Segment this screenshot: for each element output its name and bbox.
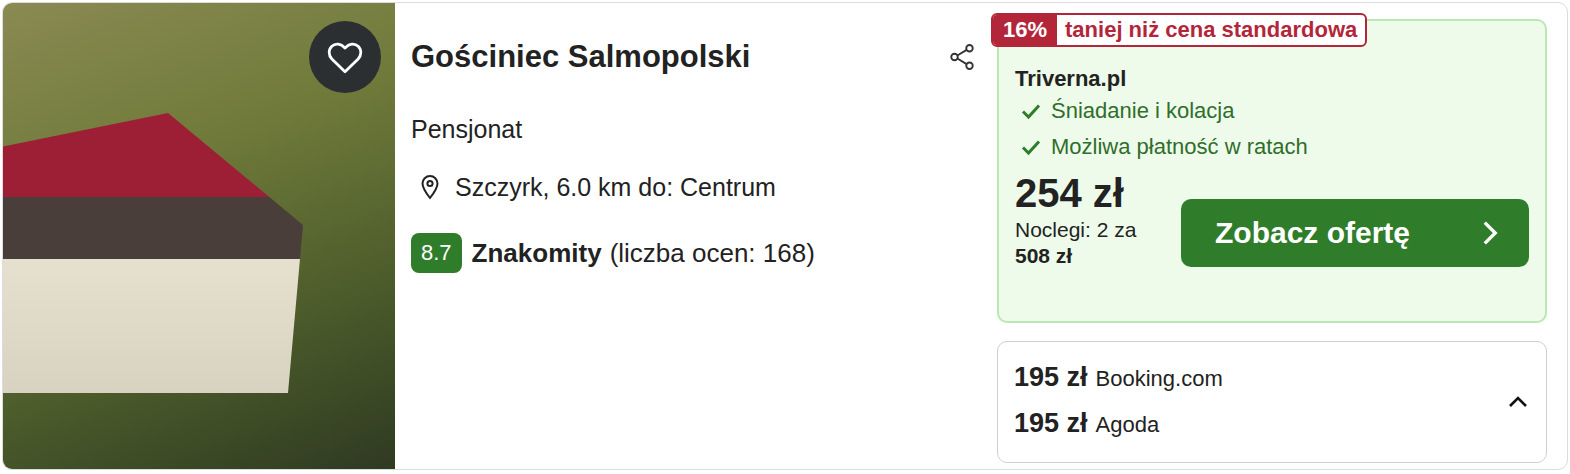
other-offer-row[interactable]: 195 złBooking.com: [1014, 356, 1223, 402]
deal-feature: Śniadanie i kolacja: [1021, 93, 1529, 129]
deal-price: 254 zł: [1015, 169, 1136, 217]
best-deal: 16%taniej niż cena standardowaTriverna.p…: [997, 19, 1547, 323]
deal-provider: Triverna.pl: [1015, 65, 1529, 93]
caret-icon[interactable]: [1506, 394, 1530, 410]
hotel-name[interactable]: Gościniec Salmopolski: [411, 37, 750, 77]
favorite-button[interactable]: [309, 21, 381, 93]
heart-icon: [326, 40, 364, 74]
view-offer-button[interactable]: Zobacz ofertę: [1181, 199, 1529, 267]
location-pin-icon: [419, 174, 441, 200]
discount-badge: 16%taniej niż cena standardowa: [991, 13, 1367, 47]
offers-column: 16%taniej niż cena standardowaTriverna.p…: [997, 3, 1567, 469]
hotel-info: Gościniec Salmopolski Pensjonat Szczyrk, 6…: [395, 3, 997, 469]
chevron-right-icon: [1481, 220, 1499, 246]
house-picture: [3, 113, 303, 393]
other-offers[interactable]: 195 złBooking.com195 złAgoda: [997, 341, 1547, 463]
rating-score: 8.7: [411, 233, 462, 273]
hotel-location: Szczyrk, 6.0 km do: Centrum: [411, 171, 977, 203]
deal-total: 508 zł: [1015, 243, 1136, 269]
nights-label: Noclegi: 2 za: [1015, 217, 1136, 243]
rating-label: Znakomity: [472, 235, 602, 271]
deal-feature: Możliwa płatność w ratach: [1021, 129, 1529, 165]
hotel-type: Pensjonat: [411, 113, 977, 145]
hotel-card: Gościniec Salmopolski Pensjonat Szczyrk, 6…: [2, 2, 1568, 470]
rating-count: (liczba ocen: 168): [610, 235, 815, 271]
rating: 8.7 Znakomity(liczba ocen: 168): [411, 233, 977, 273]
other-offer-row[interactable]: 195 złAgoda: [1014, 402, 1223, 448]
check-icon: [1021, 138, 1041, 156]
hotel-photo[interactable]: [3, 3, 395, 469]
share-icon[interactable]: [947, 42, 977, 72]
check-icon: [1021, 102, 1041, 120]
